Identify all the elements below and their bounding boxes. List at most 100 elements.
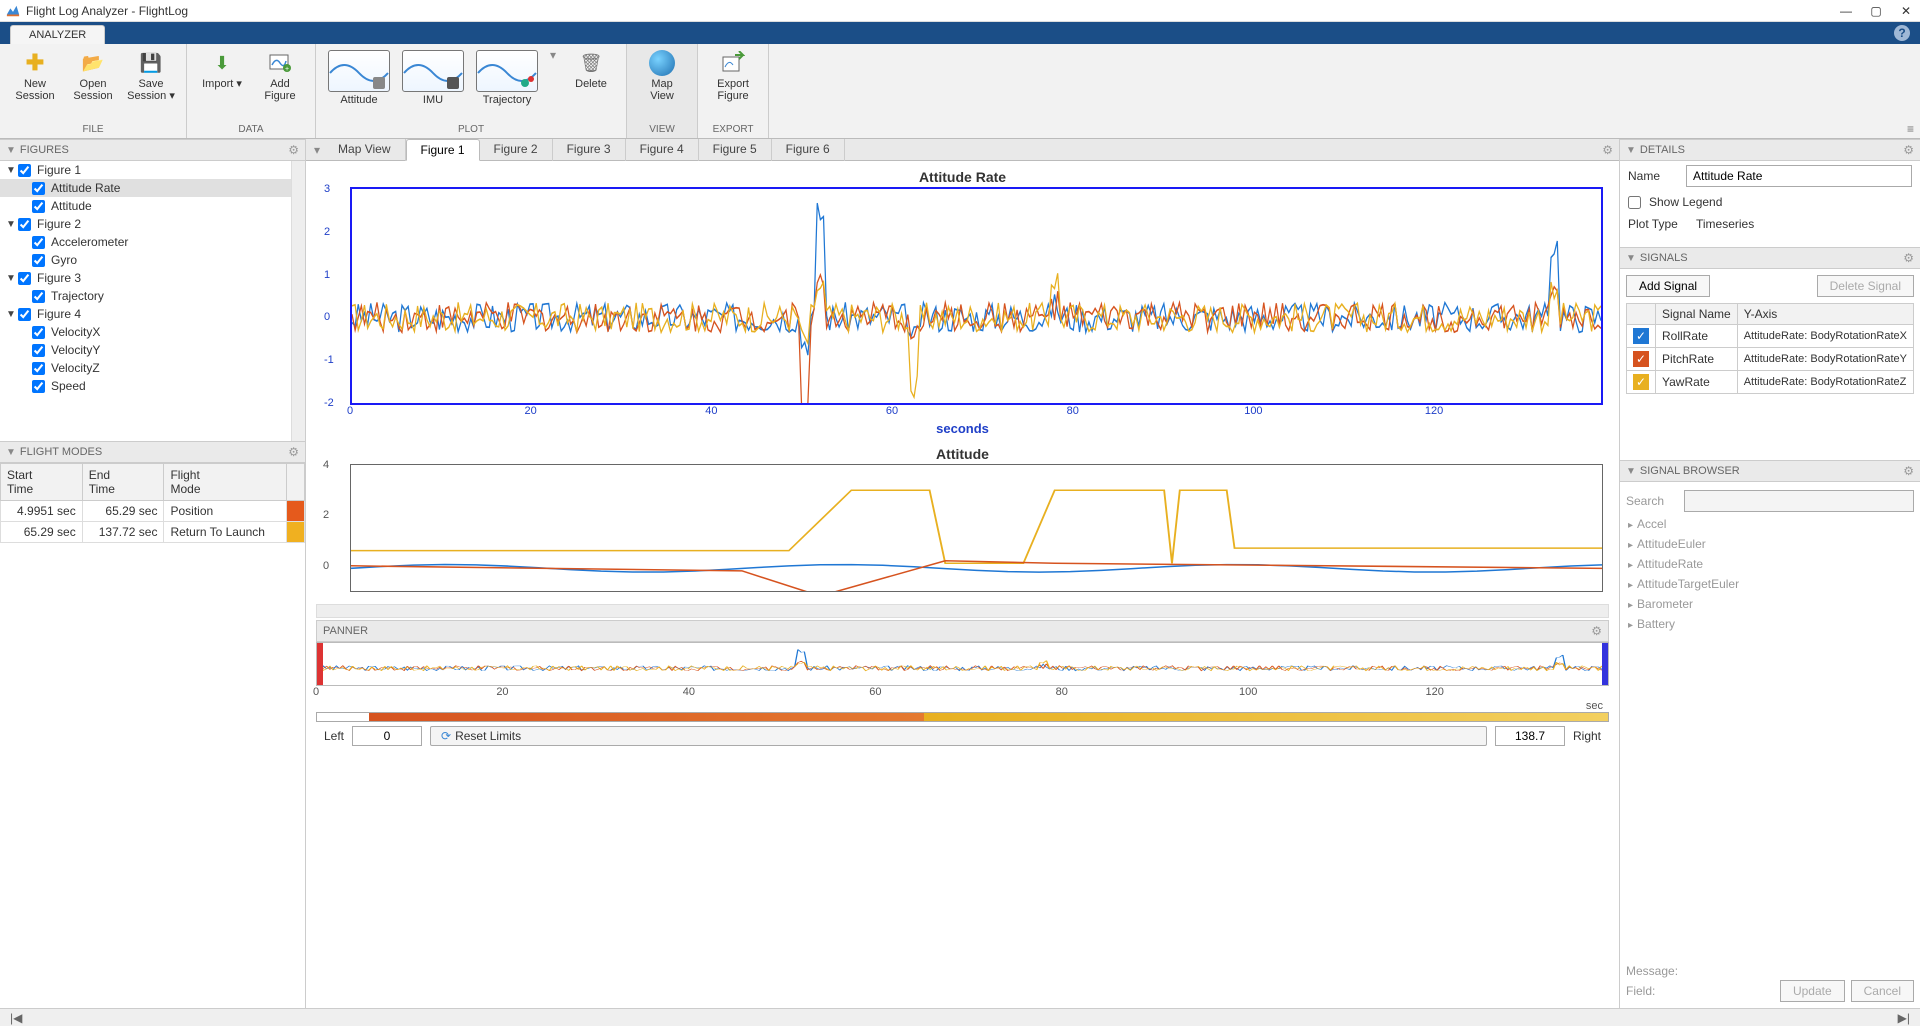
tabs-dropdown-icon[interactable]: ▾ (310, 143, 324, 157)
show-legend-label: Show Legend (1649, 195, 1722, 209)
list-item[interactable]: ▸AttitudeEuler (1626, 534, 1914, 554)
tree-checkbox[interactable] (32, 254, 45, 267)
tree-checkbox[interactable] (32, 326, 45, 339)
table-row[interactable]: ✓PitchRateAttitudeRate: BodyRotationRate… (1627, 348, 1914, 371)
table-row[interactable]: ✓YawRateAttitudeRate: BodyRotationRateZ (1627, 371, 1914, 394)
doc-tab[interactable]: Figure 3 (553, 139, 626, 161)
figures-panel-header[interactable]: ▼ FIGURES ⚙ (0, 139, 305, 161)
doc-tab[interactable]: Figure 5 (699, 139, 772, 161)
figures-tree[interactable]: ▼Figure 1Attitude RateAttitude▼Figure 2A… (0, 161, 291, 441)
export-figure-button[interactable]: Export Figure (706, 48, 760, 104)
details-panel-header[interactable]: ▼ DETAILS ⚙ (1620, 139, 1920, 161)
plot-trajectory-button[interactable]: Trajectory (472, 48, 542, 108)
panner-chart[interactable] (316, 642, 1609, 686)
tree-item[interactable]: ▼Figure 2 (0, 215, 291, 233)
tree-item[interactable]: VelocityZ (0, 359, 291, 377)
delete-signal-button[interactable]: Delete Signal (1817, 275, 1914, 297)
doc-tab[interactable]: Map View (324, 139, 405, 161)
toolstrip-tab-row: ANALYZER ? (0, 22, 1920, 44)
signal-browser-search[interactable] (1684, 490, 1914, 512)
trash-icon: 🗑 (578, 50, 604, 76)
gear-icon[interactable]: ⚙ (1903, 464, 1914, 478)
tree-checkbox[interactable] (32, 344, 45, 357)
toolgroup-file: ✚ New Session 📂 Open Session 💾 Save Sess… (0, 44, 187, 138)
tree-checkbox[interactable] (18, 272, 31, 285)
plot-horizontal-scrollbar[interactable] (316, 604, 1609, 618)
nav-first-icon[interactable]: |◀ (6, 1011, 26, 1025)
open-session-button[interactable]: 📂 Open Session (66, 48, 120, 104)
figures-scrollbar[interactable] (291, 161, 305, 441)
help-icon[interactable]: ? (1894, 25, 1910, 41)
tree-item[interactable]: Attitude Rate (0, 179, 291, 197)
toolgroup-view: Map View VIEW (627, 44, 698, 138)
panner-right-input[interactable] (1495, 726, 1565, 746)
table-row[interactable]: ✓RollRateAttitudeRate: BodyRotationRateX (1627, 325, 1914, 348)
doc-tab[interactable]: Figure 2 (480, 139, 553, 161)
tree-item[interactable]: VelocityY (0, 341, 291, 359)
attitude-rate-chart[interactable]: -2-10123 (350, 187, 1603, 405)
tree-item[interactable]: Accelerometer (0, 233, 291, 251)
tree-item[interactable]: ▼Figure 1 (0, 161, 291, 179)
tree-item[interactable]: ▼Figure 3 (0, 269, 291, 287)
gear-icon[interactable]: ⚙ (1903, 143, 1914, 157)
gear-icon[interactable]: ⚙ (288, 143, 299, 157)
reset-limits-button[interactable]: ⟳ Reset Limits (430, 726, 1487, 746)
panner-left-input[interactable] (352, 726, 422, 746)
list-item[interactable]: ▸Accel (1626, 514, 1914, 534)
signal-browser-header[interactable]: ▼ SIGNAL BROWSER ⚙ (1620, 460, 1920, 482)
tree-item[interactable]: Speed (0, 377, 291, 395)
tree-item[interactable]: VelocityX (0, 323, 291, 341)
minimize-button[interactable]: — (1838, 4, 1854, 18)
show-legend-checkbox[interactable] (1628, 196, 1641, 209)
tree-item[interactable]: Trajectory (0, 287, 291, 305)
flight-modes-panel-header[interactable]: ▼ FLIGHT MODES ⚙ (0, 441, 305, 463)
tree-checkbox[interactable] (32, 182, 45, 195)
gear-icon[interactable]: ⚙ (288, 445, 299, 459)
plot-imu-button[interactable]: IMU (398, 48, 468, 108)
tree-checkbox[interactable] (18, 218, 31, 231)
details-name-input[interactable] (1686, 165, 1912, 187)
doc-tab[interactable]: Figure 4 (626, 139, 699, 161)
list-item[interactable]: ▸AttitudeRate (1626, 554, 1914, 574)
import-button[interactable]: ⬇ Import ▾ (195, 48, 249, 104)
add-signal-button[interactable]: Add Signal (1626, 275, 1710, 297)
nav-last-icon[interactable]: ▶| (1894, 1011, 1914, 1025)
tab-analyzer[interactable]: ANALYZER (10, 25, 105, 44)
gear-icon[interactable]: ⚙ (1591, 624, 1602, 638)
tree-checkbox[interactable] (32, 380, 45, 393)
signals-panel-header[interactable]: ▼ SIGNALS ⚙ (1620, 247, 1920, 269)
save-session-button[interactable]: 💾 Save Session ▾ (124, 48, 178, 104)
plot-attitude-button[interactable]: Attitude (324, 48, 394, 108)
plot-gallery-dropdown[interactable]: ▾ (546, 48, 560, 62)
maximize-button[interactable]: ▢ (1868, 4, 1884, 18)
tree-checkbox[interactable] (32, 200, 45, 213)
new-session-button[interactable]: ✚ New Session (8, 48, 62, 104)
list-item[interactable]: ▸Barometer (1626, 594, 1914, 614)
tree-item[interactable]: Gyro (0, 251, 291, 269)
tree-checkbox[interactable] (18, 308, 31, 321)
list-item[interactable]: ▸Battery (1626, 614, 1914, 634)
table-row[interactable]: 4.9951 sec65.29 secPosition (1, 501, 305, 522)
panner-header[interactable]: PANNER ⚙ (316, 620, 1609, 642)
tree-checkbox[interactable] (32, 290, 45, 303)
tree-checkbox[interactable] (18, 164, 31, 177)
tree-item[interactable]: Attitude (0, 197, 291, 215)
tree-checkbox[interactable] (32, 236, 45, 249)
doc-tab[interactable]: Figure 6 (772, 139, 845, 161)
gear-icon[interactable]: ⚙ (1903, 251, 1914, 265)
tree-checkbox[interactable] (32, 362, 45, 375)
cancel-button[interactable]: Cancel (1851, 980, 1914, 1002)
doc-tab[interactable]: Figure 1 (406, 139, 480, 161)
map-view-button[interactable]: Map View (635, 48, 689, 104)
add-figure-button[interactable]: + Add Figure (253, 48, 307, 104)
gear-icon[interactable]: ⚙ (1602, 143, 1613, 157)
update-button[interactable]: Update (1780, 980, 1845, 1002)
list-item[interactable]: ▸AttitudeTargetEuler (1626, 574, 1914, 594)
tree-item[interactable]: ▼Figure 4 (0, 305, 291, 323)
attitude-chart[interactable]: 024 (350, 464, 1603, 592)
table-row[interactable]: 65.29 sec137.72 secReturn To Launch (1, 522, 305, 543)
close-button[interactable]: ✕ (1898, 4, 1914, 18)
search-label: Search (1626, 494, 1676, 508)
toolstrip-overflow-icon[interactable]: ≡ (1907, 122, 1914, 136)
delete-plot-button[interactable]: 🗑 Delete (564, 48, 618, 92)
